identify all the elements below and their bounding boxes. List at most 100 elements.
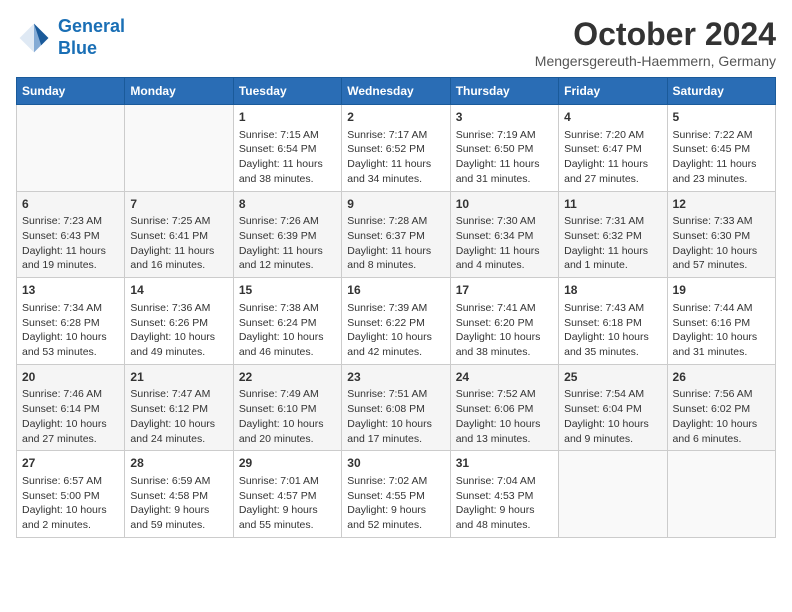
calendar-cell: 12Sunrise: 7:33 AMSunset: 6:30 PMDayligh… <box>667 191 775 278</box>
cell-text: Sunrise: 7:34 AM <box>22 301 119 316</box>
cell-text: Sunrise: 7:04 AM <box>456 474 553 489</box>
cell-text: Sunset: 6:10 PM <box>239 402 336 417</box>
cell-text: Sunrise: 7:02 AM <box>347 474 444 489</box>
calendar-cell: 29Sunrise: 7:01 AMSunset: 4:57 PMDayligh… <box>233 451 341 538</box>
calendar-cell: 27Sunrise: 6:57 AMSunset: 5:00 PMDayligh… <box>17 451 125 538</box>
cell-text: Sunset: 6:18 PM <box>564 316 661 331</box>
day-number: 14 <box>130 282 227 299</box>
calendar-cell: 5 Sunrise: 7:22 AMSunset: 6:45 PMDaylight… <box>667 105 775 192</box>
cell-text: Daylight: 11 hours and 1 minute. <box>564 244 661 273</box>
calendar-cell: 19Sunrise: 7:44 AMSunset: 6:16 PMDayligh… <box>667 278 775 365</box>
calendar-cell: 24Sunrise: 7:52 AMSunset: 6:06 PMDayligh… <box>450 364 558 451</box>
day-number: 25 <box>564 369 661 386</box>
cell-text: Sunset: 6:24 PM <box>239 316 336 331</box>
day-number: 1 <box>239 109 336 126</box>
location: Mengersgereuth-Haemmern, Germany <box>535 53 776 69</box>
calendar-cell: 20Sunrise: 7:46 AMSunset: 6:14 PMDayligh… <box>17 364 125 451</box>
cell-text: Sunset: 6:02 PM <box>673 402 770 417</box>
cell-text: Sunrise: 7:44 AM <box>673 301 770 316</box>
cell-text: Sunrise: 7:36 AM <box>130 301 227 316</box>
day-number: 28 <box>130 455 227 472</box>
cell-text: Daylight: 9 hours and 48 minutes. <box>456 503 553 532</box>
cell-text: Sunrise: 7:38 AM <box>239 301 336 316</box>
cell-text: Sunset: 4:55 PM <box>347 489 444 504</box>
cell-text: Sunrise: 7:22 AM <box>673 128 770 143</box>
cell-text: Daylight: 10 hours and 17 minutes. <box>347 417 444 446</box>
calendar-cell: 2Sunrise: 7:17 AMSunset: 6:52 PMDaylight… <box>342 105 450 192</box>
cell-text: Sunrise: 7:01 AM <box>239 474 336 489</box>
cell-text: Daylight: 10 hours and 31 minutes. <box>673 330 770 359</box>
calendar-cell: 30Sunrise: 7:02 AMSunset: 4:55 PMDayligh… <box>342 451 450 538</box>
col-header-sunday: Sunday <box>17 78 125 105</box>
day-number: 5 <box>673 109 770 126</box>
cell-text: Daylight: 11 hours and 4 minutes. <box>456 244 553 273</box>
logo-text: General Blue <box>58 16 125 59</box>
day-number: 29 <box>239 455 336 472</box>
cell-text: Sunset: 6:14 PM <box>22 402 119 417</box>
calendar-cell: 17Sunrise: 7:41 AMSunset: 6:20 PMDayligh… <box>450 278 558 365</box>
cell-text: Sunset: 6:26 PM <box>130 316 227 331</box>
calendar-cell: 25Sunrise: 7:54 AMSunset: 6:04 PMDayligh… <box>559 364 667 451</box>
day-number: 23 <box>347 369 444 386</box>
cell-text: Daylight: 11 hours and 27 minutes. <box>564 157 661 186</box>
col-header-monday: Monday <box>125 78 233 105</box>
day-number: 4 <box>564 109 661 126</box>
logo-icon <box>16 20 52 56</box>
cell-text: Daylight: 10 hours and 2 minutes. <box>22 503 119 532</box>
calendar-cell: 14 Sunrise: 7:36 AMSunset: 6:26 PMDayligh… <box>125 278 233 365</box>
cell-text: Sunset: 6:30 PM <box>673 229 770 244</box>
cell-text: Sunrise: 7:56 AM <box>673 387 770 402</box>
cell-text: Sunset: 6:04 PM <box>564 402 661 417</box>
cell-text: Sunset: 6:39 PM <box>239 229 336 244</box>
title-block: October 2024 Mengersgereuth-Haemmern, Ge… <box>535 16 776 69</box>
week-row-3: 13Sunrise: 7:34 AMSunset: 6:28 PMDayligh… <box>17 278 776 365</box>
calendar-cell: 4Sunrise: 7:20 AMSunset: 6:47 PMDaylight… <box>559 105 667 192</box>
cell-text: Daylight: 10 hours and 49 minutes. <box>130 330 227 359</box>
calendar-cell <box>125 105 233 192</box>
cell-text: Sunrise: 7:17 AM <box>347 128 444 143</box>
cell-text: Sunset: 6:50 PM <box>456 142 553 157</box>
col-header-wednesday: Wednesday <box>342 78 450 105</box>
cell-text: Daylight: 11 hours and 19 minutes. <box>22 244 119 273</box>
cell-text: Sunset: 5:00 PM <box>22 489 119 504</box>
cell-text: Sunrise: 7:20 AM <box>564 128 661 143</box>
day-number: 13 <box>22 282 119 299</box>
col-header-saturday: Saturday <box>667 78 775 105</box>
logo: General Blue <box>16 16 125 59</box>
cell-text: Sunrise: 7:43 AM <box>564 301 661 316</box>
calendar-cell <box>559 451 667 538</box>
day-number: 18 <box>564 282 661 299</box>
day-number: 20 <box>22 369 119 386</box>
calendar-cell: 13Sunrise: 7:34 AMSunset: 6:28 PMDayligh… <box>17 278 125 365</box>
col-header-tuesday: Tuesday <box>233 78 341 105</box>
day-number: 2 <box>347 109 444 126</box>
cell-text: Sunset: 6:16 PM <box>673 316 770 331</box>
calendar-cell: 7Sunrise: 7:25 AMSunset: 6:41 PMDaylight… <box>125 191 233 278</box>
cell-text: Daylight: 11 hours and 23 minutes. <box>673 157 770 186</box>
calendar-cell: 9Sunrise: 7:28 AMSunset: 6:37 PMDaylight… <box>342 191 450 278</box>
calendar-cell: 26Sunrise: 7:56 AMSunset: 6:02 PMDayligh… <box>667 364 775 451</box>
cell-text: Sunrise: 7:41 AM <box>456 301 553 316</box>
cell-text: Daylight: 10 hours and 35 minutes. <box>564 330 661 359</box>
calendar-cell: 21Sunrise: 7:47 AMSunset: 6:12 PMDayligh… <box>125 364 233 451</box>
cell-text: Sunrise: 7:30 AM <box>456 214 553 229</box>
calendar-cell: 1Sunrise: 7:15 AMSunset: 6:54 PMDaylight… <box>233 105 341 192</box>
cell-text: Daylight: 9 hours and 52 minutes. <box>347 503 444 532</box>
cell-text: Sunrise: 7:52 AM <box>456 387 553 402</box>
cell-text: Sunrise: 7:15 AM <box>239 128 336 143</box>
day-number: 11 <box>564 196 661 213</box>
cell-text: Daylight: 10 hours and 57 minutes. <box>673 244 770 273</box>
cell-text: Daylight: 11 hours and 12 minutes. <box>239 244 336 273</box>
month-title: October 2024 <box>535 16 776 53</box>
col-header-thursday: Thursday <box>450 78 558 105</box>
cell-text: Sunset: 6:45 PM <box>673 142 770 157</box>
day-number: 6 <box>22 196 119 213</box>
cell-text: Daylight: 10 hours and 9 minutes. <box>564 417 661 446</box>
calendar-cell: 23Sunrise: 7:51 AMSunset: 6:08 PMDayligh… <box>342 364 450 451</box>
cell-text: Daylight: 10 hours and 24 minutes. <box>130 417 227 446</box>
day-number: 7 <box>130 196 227 213</box>
day-number: 8 <box>239 196 336 213</box>
cell-text: Sunrise: 7:49 AM <box>239 387 336 402</box>
days-of-week-row: SundayMondayTuesdayWednesdayThursdayFrid… <box>17 78 776 105</box>
week-row-4: 20Sunrise: 7:46 AMSunset: 6:14 PMDayligh… <box>17 364 776 451</box>
